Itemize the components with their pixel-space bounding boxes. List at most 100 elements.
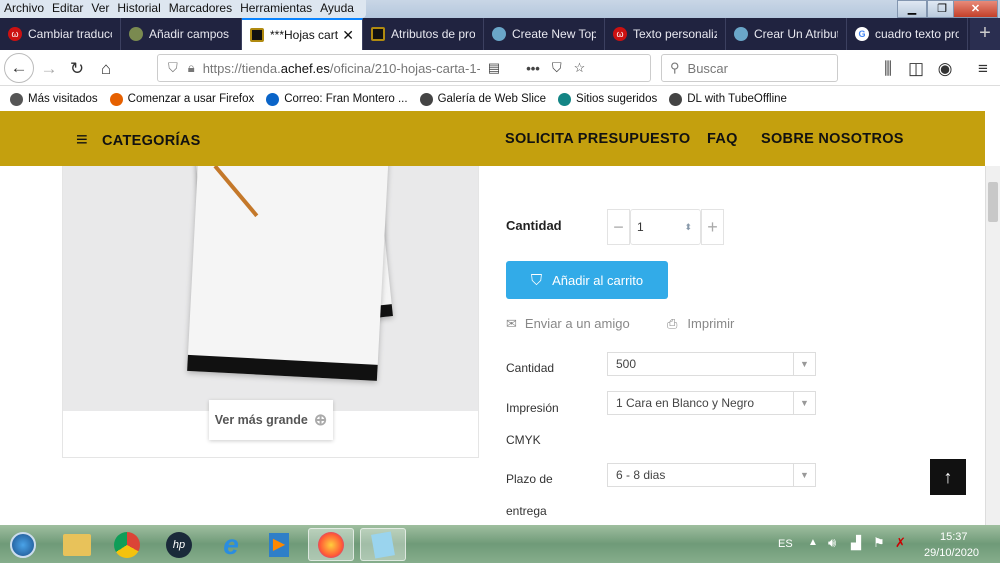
quantity-increase-button[interactable]: + bbox=[701, 209, 724, 245]
tab-2[interactable]: Añadir campos p bbox=[121, 18, 242, 50]
quantity-select[interactable]: 500 ▼ bbox=[607, 352, 816, 376]
print-label: Imprimir bbox=[687, 316, 735, 331]
close-window-button[interactable]: ✕ bbox=[953, 0, 998, 18]
bookmark-6[interactable]: DL with TubeOffline bbox=[669, 92, 787, 106]
pocket-icon[interactable]: ⛉ bbox=[552, 60, 562, 76]
volume-icon[interactable]: 🔊︎ bbox=[828, 535, 836, 551]
power-icon[interactable]: ✗ bbox=[895, 535, 906, 551]
menu-editar[interactable]: Editar bbox=[52, 0, 83, 18]
forward-button[interactable]: → bbox=[36, 56, 62, 82]
quantity-label: Cantidad bbox=[506, 218, 562, 233]
reload-button[interactable]: ↻ bbox=[64, 56, 90, 82]
bookmark-2[interactable]: Comenzar a usar Firefox bbox=[109, 92, 254, 106]
network-icon[interactable]: ▟ bbox=[851, 535, 861, 551]
tab-title: cuadro texto pro bbox=[875, 27, 959, 41]
bookmark-1[interactable]: Más visitados bbox=[10, 92, 98, 106]
add-to-cart-button[interactable]: ⛉ Añadir al carrito bbox=[506, 261, 668, 299]
bookmark-icon bbox=[669, 92, 683, 106]
search-input[interactable]: ⚲ Buscar bbox=[661, 54, 838, 82]
menu-historial[interactable]: Historial bbox=[117, 0, 160, 18]
bookmark-icon bbox=[419, 92, 433, 106]
media-player-icon[interactable]: ▶ bbox=[258, 528, 300, 561]
bookmark-label: Correo: Fran Montero ... bbox=[284, 93, 408, 105]
internet-explorer-icon[interactable]: e bbox=[210, 528, 252, 561]
reader-icon[interactable]: ▤ bbox=[488, 60, 500, 76]
bookmark-label: Más visitados bbox=[28, 93, 98, 105]
chevron-down-icon: ▼ bbox=[793, 353, 815, 375]
tab-1[interactable]: ω Cambiar traducci bbox=[0, 18, 121, 50]
url-bar[interactable]: ⛉ 🔒︎ https://tienda. achef.es/oficina/210… bbox=[157, 54, 651, 82]
sidebar-icon[interactable]: ◫ bbox=[903, 56, 929, 82]
scrollbar-thumb[interactable] bbox=[988, 182, 998, 222]
hamburger-icon: ≡ bbox=[76, 129, 88, 151]
bookmark-5[interactable]: Sitios sugeridos bbox=[558, 92, 657, 106]
categories-label: CATEGORÍAS bbox=[101, 132, 201, 149]
spinner-icon[interactable]: ⬍ bbox=[684, 210, 692, 244]
home-button[interactable]: ⌂ bbox=[93, 56, 119, 82]
tab-8[interactable]: Gcuadro texto pro bbox=[847, 18, 968, 50]
start-button[interactable] bbox=[2, 528, 44, 561]
quantity-decrease-button[interactable]: − bbox=[607, 209, 630, 245]
tab-title: Atributos de prod bbox=[391, 27, 475, 41]
nav-solicita-presupuesto[interactable]: SOLICITA PRESUPUESTO bbox=[505, 131, 690, 147]
printing-select[interactable]: 1 Cara en Blanco y Negro ▼ bbox=[607, 391, 816, 415]
product-image[interactable] bbox=[63, 166, 478, 411]
printing-select-value: 1 Cara en Blanco y Negro bbox=[616, 396, 755, 410]
library-icon[interactable]: ⫼ bbox=[875, 56, 901, 82]
hamburger-menu-icon[interactable]: ≡ bbox=[970, 56, 996, 82]
option-label-cmyk: CMYK bbox=[506, 433, 541, 447]
print-link[interactable]: ⎙ Imprimir bbox=[667, 316, 734, 332]
language-indicator[interactable]: ES bbox=[778, 538, 793, 550]
bookmark-3[interactable]: Correo: Fran Montero ... bbox=[266, 92, 408, 106]
explorer-icon[interactable] bbox=[56, 528, 98, 561]
menu-archivo[interactable]: Archivo bbox=[4, 0, 44, 18]
minimize-button[interactable]: ▁ bbox=[897, 0, 927, 18]
menu-herramientas[interactable]: Herramientas bbox=[240, 0, 312, 18]
site-header: ≡ CATEGORÍAS SOLICITA PRESUPUESTO FAQ SO… bbox=[0, 111, 985, 166]
prestashop-icon bbox=[734, 27, 748, 41]
account-icon[interactable]: ◉ bbox=[932, 56, 958, 82]
back-to-top-button[interactable]: ↑ bbox=[930, 459, 966, 495]
quantity-input[interactable]: 1 ⬍ bbox=[630, 209, 701, 245]
menu-ver[interactable]: Ver bbox=[91, 0, 109, 18]
url-domain: achef.es bbox=[280, 60, 330, 76]
new-tab-button[interactable]: + bbox=[970, 18, 1000, 50]
close-tab-icon[interactable]: ✕ bbox=[342, 27, 354, 44]
shopping-bag-icon: ⛉ bbox=[530, 271, 543, 289]
tab-title: Añadir campos p bbox=[149, 27, 233, 41]
action-center-flag-icon[interactable]: ⚑ bbox=[873, 535, 885, 551]
menu-marcadores[interactable]: Marcadores bbox=[169, 0, 232, 18]
page-scrollbar[interactable] bbox=[985, 166, 1000, 525]
url-path: /oficina/210-hojas-carta-1-tinta-pan bbox=[329, 60, 480, 76]
more-icon[interactable]: ••• bbox=[526, 61, 540, 76]
menu-ayuda[interactable]: Ayuda bbox=[320, 0, 354, 18]
back-button[interactable]: ← bbox=[4, 53, 34, 83]
clock-date[interactable]: 29/10/2020 bbox=[924, 547, 979, 559]
nav-faq[interactable]: FAQ bbox=[707, 131, 738, 147]
tab-3[interactable]: ***Hojas carta ✕ bbox=[242, 18, 363, 50]
star-icon[interactable]: ☆ bbox=[574, 60, 586, 76]
chrome-icon[interactable] bbox=[106, 528, 148, 561]
bookmark-label: DL with TubeOffline bbox=[687, 93, 787, 105]
clock-time[interactable]: 15:37 bbox=[940, 531, 968, 543]
notepad-taskbar-button[interactable] bbox=[360, 528, 406, 561]
tab-5[interactable]: Create New Topi bbox=[484, 18, 605, 50]
bookmark-icon bbox=[558, 92, 572, 106]
delivery-time-select[interactable]: 6 - 8 dias ▼ bbox=[607, 463, 816, 487]
zoom-in-icon: ⊕ bbox=[313, 412, 328, 429]
tab-4[interactable]: Atributos de prod bbox=[363, 18, 484, 50]
tab-7[interactable]: Crear Un Atributo bbox=[726, 18, 847, 50]
tab-6[interactable]: ω Texto personaliza bbox=[605, 18, 726, 50]
firefox-taskbar-button[interactable] bbox=[308, 528, 354, 561]
send-to-friend-link[interactable]: ✉ Enviar a un amigo bbox=[506, 316, 630, 332]
hp-icon[interactable]: hp bbox=[158, 528, 200, 561]
lock-icon: 🔒︎ bbox=[187, 60, 195, 75]
categories-menu[interactable]: ≡ CATEGORÍAS bbox=[76, 129, 201, 152]
bookmark-label: Galería de Web Slice bbox=[437, 93, 547, 105]
view-larger-button[interactable]: Ver más grande ⊕ bbox=[209, 400, 333, 440]
bookmark-4[interactable]: Galería de Web Slice bbox=[419, 92, 547, 106]
nav-sobre-nosotros[interactable]: SOBRE NOSOTROS bbox=[761, 131, 904, 147]
envelope-icon: ✉ bbox=[506, 316, 517, 331]
w-icon: ω bbox=[613, 27, 627, 41]
show-hidden-icons[interactable]: ▲ bbox=[808, 537, 818, 548]
